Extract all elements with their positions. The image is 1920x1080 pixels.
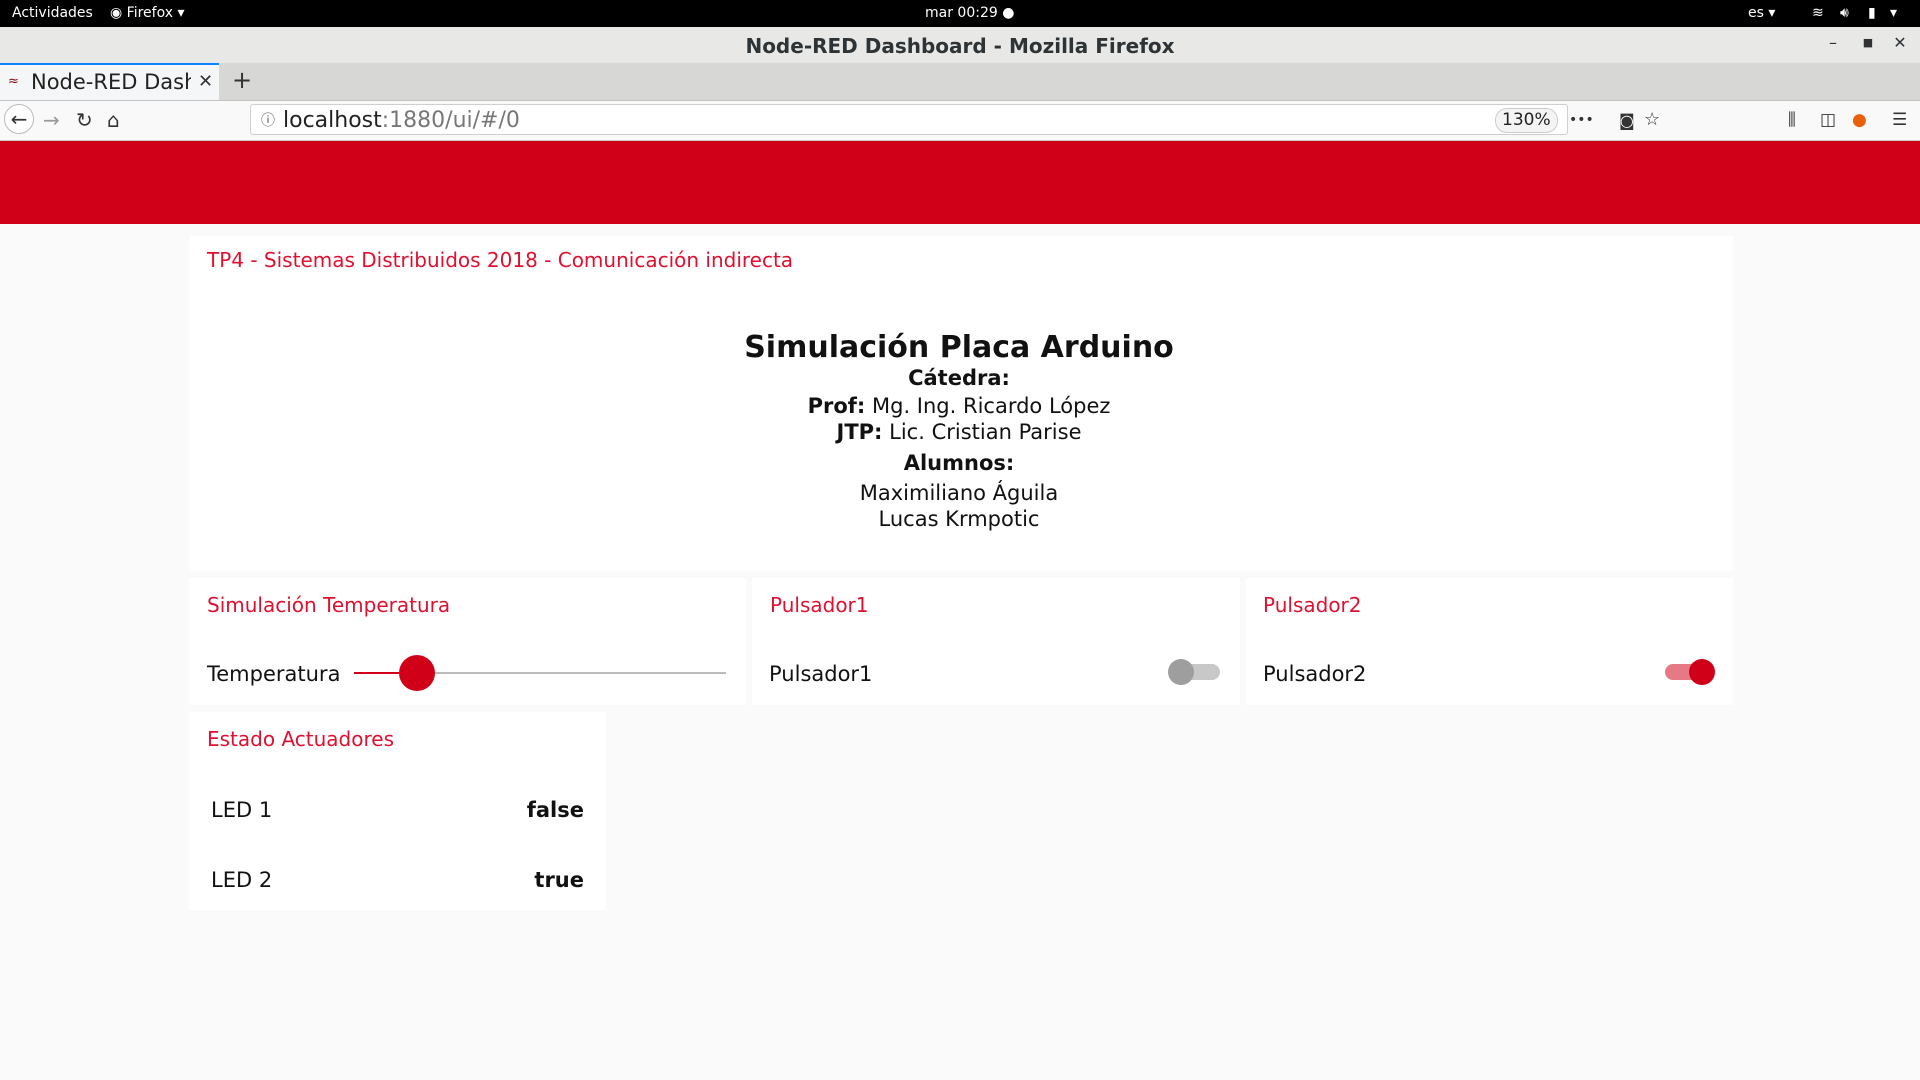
zoom-indicator[interactable]: 130% — [1495, 108, 1558, 133]
pulsador1-switch-label: Pulsador1 — [769, 662, 873, 686]
estado-card-title: Estado Actuadores — [207, 727, 394, 751]
pulsador1-card-title: Pulsador1 — [770, 593, 869, 617]
switch-knob — [1689, 659, 1715, 685]
estado-actuadores-card: Estado Actuadores LED 1 false LED 2 true — [189, 712, 606, 910]
back-icon[interactable]: ← — [4, 104, 34, 134]
reload-icon[interactable]: ↻ — [76, 108, 93, 132]
led-2-label: LED 2 — [211, 868, 273, 892]
language-label: es — [1748, 5, 1764, 21]
temperature-slider[interactable] — [354, 648, 726, 698]
forward-icon[interactable]: → — [43, 108, 60, 132]
library-icon[interactable]: ⫼ — [1788, 110, 1796, 130]
slider-fill — [354, 672, 399, 674]
catedra-label: Cátedra: — [908, 366, 1010, 390]
menu-icon[interactable]: ☰ — [1892, 110, 1907, 130]
chevron-down-icon: ▾ — [177, 5, 185, 21]
navigation-bar: ← → ↻ ⌂ ⓘ localhost:1880/ui/#/0 130% •••… — [0, 101, 1920, 141]
clock[interactable]: mar 00:29 ● — [925, 5, 1014, 21]
jtp-name: Lic. Cristian Parise — [889, 420, 1082, 444]
page-actions-icon[interactable]: ••• — [1569, 112, 1594, 128]
chevron-down-icon: ▾ — [1768, 5, 1776, 21]
info-card-title: TP4 - Sistemas Distribuidos 2018 - Comun… — [207, 248, 794, 272]
extension-icon[interactable]: ● — [1852, 110, 1867, 130]
temperature-slider-label: Temperatura — [207, 662, 341, 686]
battery-icon[interactable]: ▮ — [1868, 5, 1876, 21]
node-red-favicon-icon: ≈ — [8, 74, 19, 89]
home-icon[interactable]: ⌂ — [107, 108, 120, 132]
jtp-label: JTP: — [836, 420, 883, 444]
alumnos-label: Alumnos: — [903, 451, 1015, 475]
system-top-bar: Actividades ◉ Firefox ▾ mar 00:29 ● es ▾… — [0, 0, 1920, 27]
tab-title: Node-RED Dashboard — [31, 70, 191, 94]
prof-label: Prof: — [807, 394, 866, 418]
activities-button[interactable]: Actividades — [12, 5, 93, 21]
url-host: localhost — [283, 108, 382, 133]
language-indicator[interactable]: es ▾ — [1748, 5, 1775, 21]
minimize-icon[interactable]: – — [1823, 33, 1843, 52]
new-tab-icon[interactable]: + — [232, 66, 252, 94]
pulsador2-card: Pulsador2 Pulsador2 — [1246, 578, 1733, 705]
window-title: Node-RED Dashboard - Mozilla Firefox — [745, 34, 1175, 58]
maximize-icon[interactable]: ■ — [1858, 36, 1878, 49]
chevron-down-icon[interactable]: ▾ — [1890, 5, 1897, 21]
pulsador2-card-title: Pulsador2 — [1263, 593, 1362, 617]
slider-thumb[interactable] — [398, 655, 435, 691]
clock-label: mar 00:29 — [925, 5, 998, 21]
tab-node-red-dashboard[interactable]: ≈ Node-RED Dashboard ✕ — [0, 63, 219, 100]
switch-knob — [1168, 659, 1194, 685]
prof-line: Prof: Mg. Ing. Ricardo López — [189, 394, 1729, 418]
close-window-icon[interactable]: ✕ — [1890, 33, 1910, 52]
sidebar-icon[interactable]: ◫ — [1820, 110, 1836, 130]
pulsador1-switch[interactable] — [1168, 657, 1222, 687]
alumno-2: Lucas Krmpotic — [878, 507, 1040, 531]
info-card: TP4 - Sistemas Distribuidos 2018 - Comun… — [189, 236, 1733, 571]
pulsador2-switch[interactable] — [1661, 657, 1715, 687]
app-menu[interactable]: ◉ Firefox ▾ — [110, 5, 185, 21]
temperature-card-title: Simulación Temperatura — [207, 593, 451, 617]
bookmark-star-icon[interactable]: ☆ — [1644, 109, 1660, 130]
url-text[interactable]: localhost:1880/ui/#/0 — [283, 108, 520, 133]
led-1-label: LED 1 — [211, 798, 273, 822]
prof-name: Mg. Ing. Ricardo López — [872, 394, 1111, 418]
volume-icon[interactable]: 🔊︎ — [1840, 5, 1849, 21]
alumno-1: Maximiliano Águila — [859, 481, 1059, 505]
wifi-icon[interactable]: ≋ — [1812, 5, 1824, 21]
pulsador1-card: Pulsador1 Pulsador1 — [752, 578, 1240, 705]
tab-strip: ≈ Node-RED Dashboard ✕ + — [0, 63, 1920, 101]
address-bar[interactable]: ⓘ localhost:1880/ui/#/0 130% ••• ◙ ☆ — [250, 104, 1660, 135]
pulsador2-switch-label: Pulsador2 — [1263, 662, 1367, 686]
heading: Simulación Placa Arduino — [744, 330, 1174, 365]
app-menu-label: Firefox — [126, 5, 174, 21]
led-1-value: false — [526, 798, 584, 822]
pocket-icon[interactable]: ◙ — [1619, 111, 1635, 130]
led-2-value: true — [534, 868, 584, 892]
url-path: :1880/ui/#/0 — [381, 108, 520, 133]
close-tab-icon[interactable]: ✕ — [198, 71, 213, 92]
firefox-icon: ◉ — [110, 5, 123, 21]
dashboard-toolbar — [0, 141, 1920, 224]
temperature-card: Simulación Temperatura Temperatura — [189, 578, 746, 705]
info-icon[interactable]: ⓘ — [261, 110, 275, 130]
jtp-line: JTP: Lic. Cristian Parise — [189, 420, 1729, 444]
window-title-bar: Node-RED Dashboard - Mozilla Firefox – ■… — [0, 27, 1920, 64]
notification-dot-icon: ● — [1002, 5, 1015, 21]
